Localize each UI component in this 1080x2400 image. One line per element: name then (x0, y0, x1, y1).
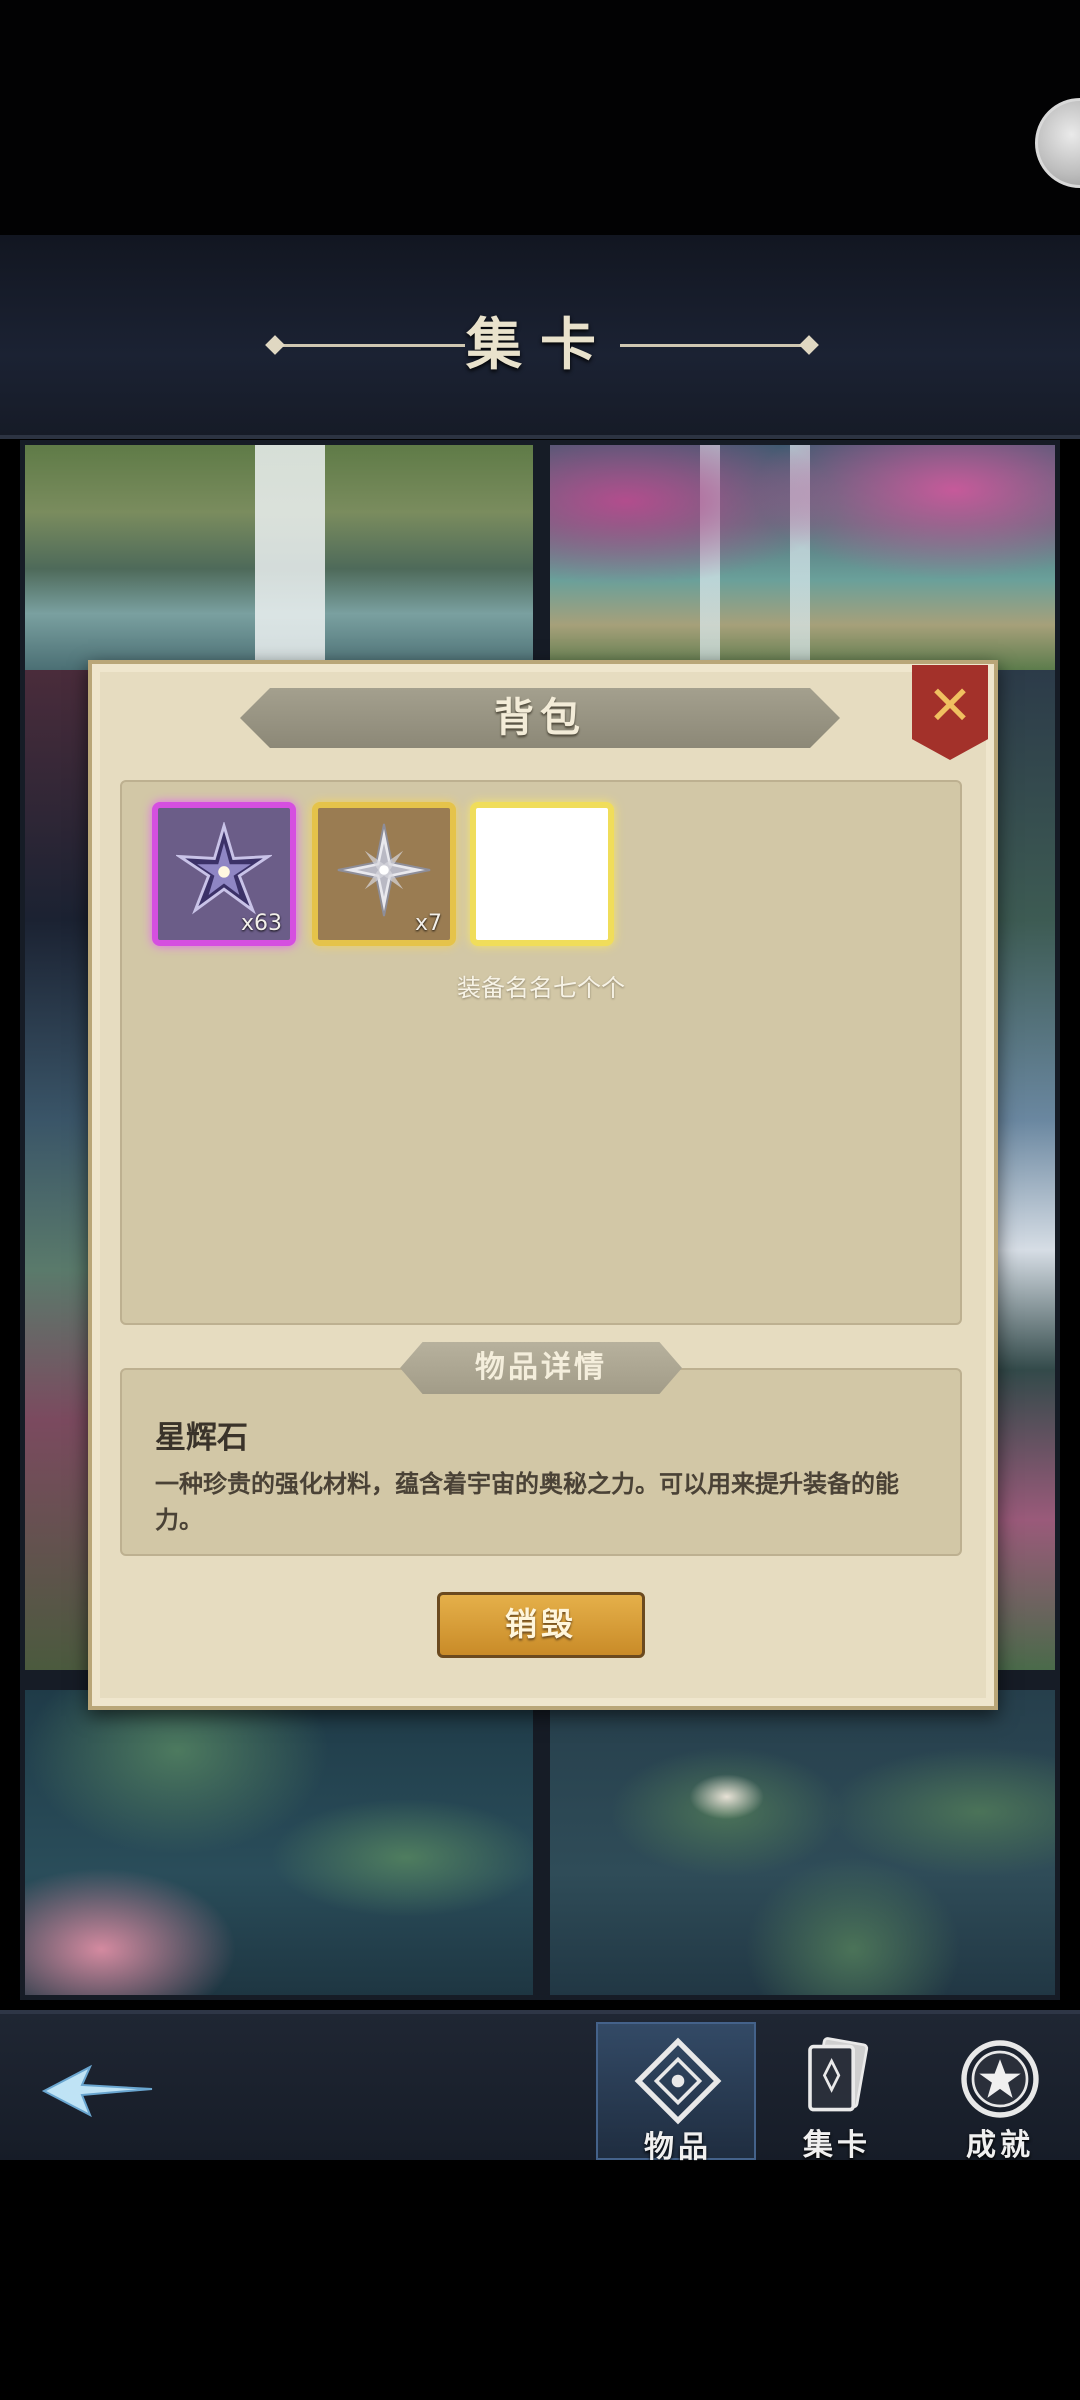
tab-items-label: 物品 (644, 2130, 712, 2165)
back-arrow-icon (41, 2064, 153, 2118)
card-lotus-pond-right[interactable] (550, 1690, 1055, 1995)
card-column-left[interactable] (25, 670, 95, 1670)
bottom-bar (0, 2160, 1080, 2400)
equipment-hint: 装备名名七个个 (457, 974, 625, 1002)
item-description: 一种珍贵的强化材料，蕴含着宇宙的奥秘之力。可以用来提升装备的能力。 (155, 1470, 899, 1534)
card-column-right[interactable] (990, 670, 1055, 1670)
tab-achievements[interactable]: 成就 (920, 2022, 1080, 2163)
slot-count: x63 (240, 911, 282, 936)
card-waterfall-right[interactable] (550, 445, 1055, 670)
silver-star-icon (337, 823, 431, 917)
tab-items[interactable]: 物品 (596, 2022, 756, 2165)
top-bar (0, 0, 1080, 235)
tab-cards[interactable]: 集卡 (757, 2022, 917, 2163)
close-icon[interactable]: ✕ (912, 668, 988, 744)
inventory-slot-star-purple[interactable]: x63 (152, 802, 296, 946)
tab-achievements-label: 成就 (966, 2128, 1034, 2163)
slot-count: x7 (414, 911, 442, 936)
tab-cards-label: 集卡 (803, 2128, 871, 2163)
cards-icon (808, 2037, 869, 2112)
bottom-nav (0, 2010, 1080, 2164)
item-name: 星辉石 (155, 1420, 248, 1456)
achievement-star-icon (961, 2040, 1039, 2118)
destroy-button[interactable]: 销毁 (437, 1592, 645, 1658)
dialog-title: 背包 (494, 694, 586, 741)
back-button[interactable] (40, 2055, 160, 2125)
detail-header: 物品详情 (475, 1350, 607, 1385)
page-title: 集卡 (466, 312, 614, 378)
items-icon (634, 2037, 722, 2125)
purple-star-icon (176, 822, 272, 915)
inventory-slot-star-silver[interactable]: x7 (312, 802, 456, 946)
inventory-slot-empty[interactable] (470, 802, 614, 946)
card-waterfall-left[interactable] (25, 445, 533, 670)
card-lotus-pond-left[interactable] (25, 1690, 533, 1995)
